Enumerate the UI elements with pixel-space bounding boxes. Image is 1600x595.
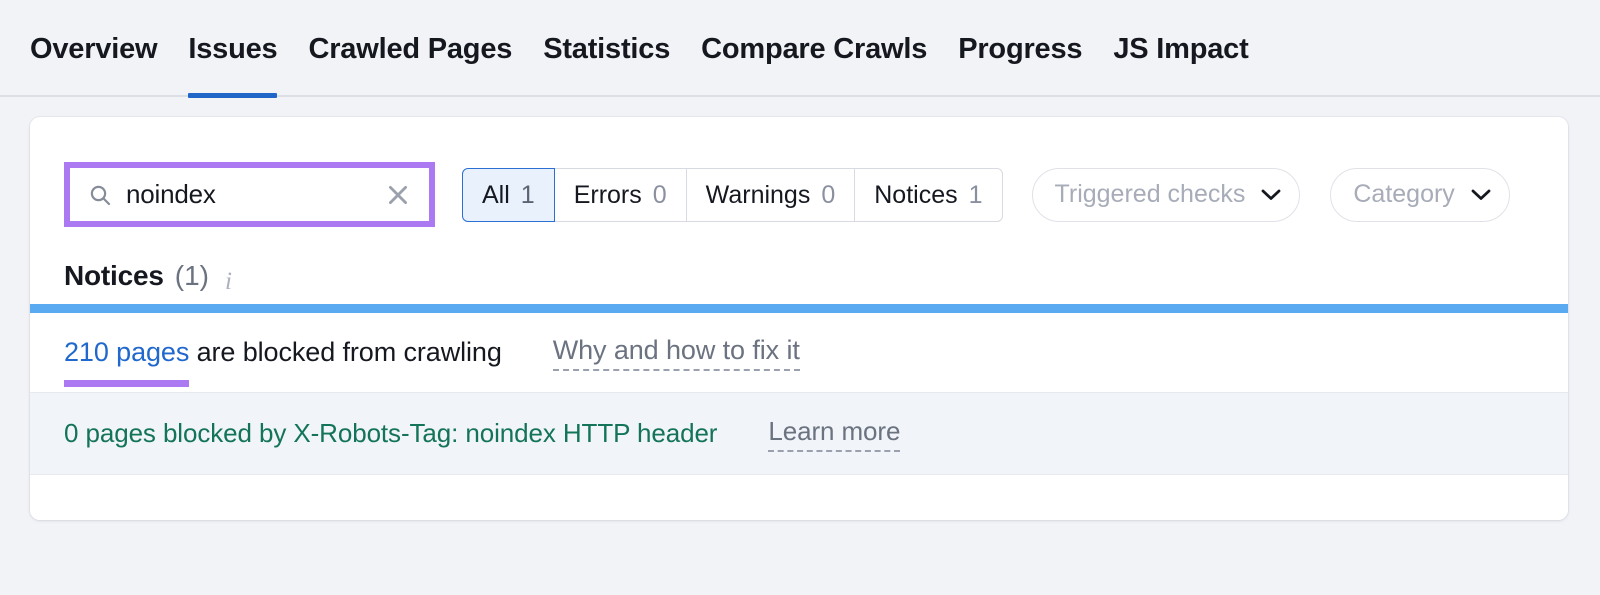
info-icon[interactable]: i xyxy=(225,269,232,294)
segment-count: 0 xyxy=(821,180,836,209)
dropdown-label: Category xyxy=(1353,180,1455,208)
tab-progress[interactable]: Progress xyxy=(958,32,1082,96)
tab-label: Progress xyxy=(958,33,1083,65)
segment-label: Warnings xyxy=(705,180,811,209)
dropdown-label: Triggered checks xyxy=(1054,180,1246,208)
notices-section-header: Notices (1) i xyxy=(30,231,1568,304)
triggered-checks-dropdown[interactable]: Triggered checks xyxy=(1031,167,1301,222)
segment-count: 1 xyxy=(968,180,983,209)
close-icon[interactable] xyxy=(385,182,411,208)
filter-segment-errors[interactable]: Errors 0 xyxy=(554,167,686,222)
tab-label: Statistics xyxy=(543,33,671,65)
tab-label: Issues xyxy=(188,33,278,65)
filter-toolbar: All 1 Errors 0 Warnings 0 Notices 1 Trig… xyxy=(30,117,1568,231)
search-input[interactable] xyxy=(126,179,385,210)
section-title: Notices xyxy=(64,260,164,291)
tab-label: Overview xyxy=(30,33,158,65)
why-and-how-to-fix-it-link[interactable]: Why and how to fix it xyxy=(552,335,800,371)
card-footer xyxy=(30,475,1568,520)
tab-issues[interactable]: Issues xyxy=(188,32,278,98)
filter-segment-notices[interactable]: Notices 1 xyxy=(854,167,1003,222)
issue-description: 210 pages are blocked from crawling xyxy=(64,337,502,368)
sub-issue-description[interactable]: 0 pages blocked by X-Robots-Tag: noindex… xyxy=(64,418,717,449)
tab-statistics[interactable]: Statistics xyxy=(543,32,670,96)
notice-severity-bar xyxy=(30,304,1568,313)
chevron-down-icon xyxy=(1471,189,1491,200)
segment-label: Notices xyxy=(874,180,958,209)
tab-compare-crawls[interactable]: Compare Crawls xyxy=(701,32,927,96)
segment-count: 1 xyxy=(520,180,535,209)
severity-filter-group: All 1 Errors 0 Warnings 0 Notices 1 xyxy=(462,167,1003,222)
tab-crawled-pages[interactable]: Crawled Pages xyxy=(308,32,512,96)
tab-js-impact[interactable]: JS Impact xyxy=(1113,32,1248,96)
filter-segment-all[interactable]: All 1 xyxy=(462,167,555,222)
tab-overview[interactable]: Overview xyxy=(30,32,158,96)
tab-bar: Overview Issues Crawled Pages Statistics… xyxy=(0,0,1600,98)
search-icon xyxy=(90,185,111,205)
sub-issue-row[interactable]: 0 pages blocked by X-Robots-Tag: noindex… xyxy=(30,393,1568,475)
learn-more-link[interactable]: Learn more xyxy=(768,416,900,452)
tab-label: Crawled Pages xyxy=(308,33,513,65)
search-field[interactable] xyxy=(70,168,429,221)
filter-segment-warnings[interactable]: Warnings 0 xyxy=(685,167,855,222)
segment-label: All xyxy=(482,180,510,209)
segment-count: 0 xyxy=(652,180,667,209)
issue-description-text: are blocked from crawling xyxy=(189,337,502,367)
issue-row[interactable]: 210 pages are blocked from crawling Why … xyxy=(30,313,1568,393)
issues-card: All 1 Errors 0 Warnings 0 Notices 1 Trig… xyxy=(30,117,1568,520)
section-count: (1) xyxy=(174,260,209,291)
tab-label: Compare Crawls xyxy=(701,33,928,65)
search-field-annotation xyxy=(64,162,435,227)
chevron-down-icon xyxy=(1261,189,1281,200)
issue-count-link[interactable]: 210 pages xyxy=(64,337,189,367)
category-dropdown[interactable]: Category xyxy=(1330,167,1510,222)
tab-label: JS Impact xyxy=(1113,33,1249,65)
segment-label: Errors xyxy=(573,180,642,209)
